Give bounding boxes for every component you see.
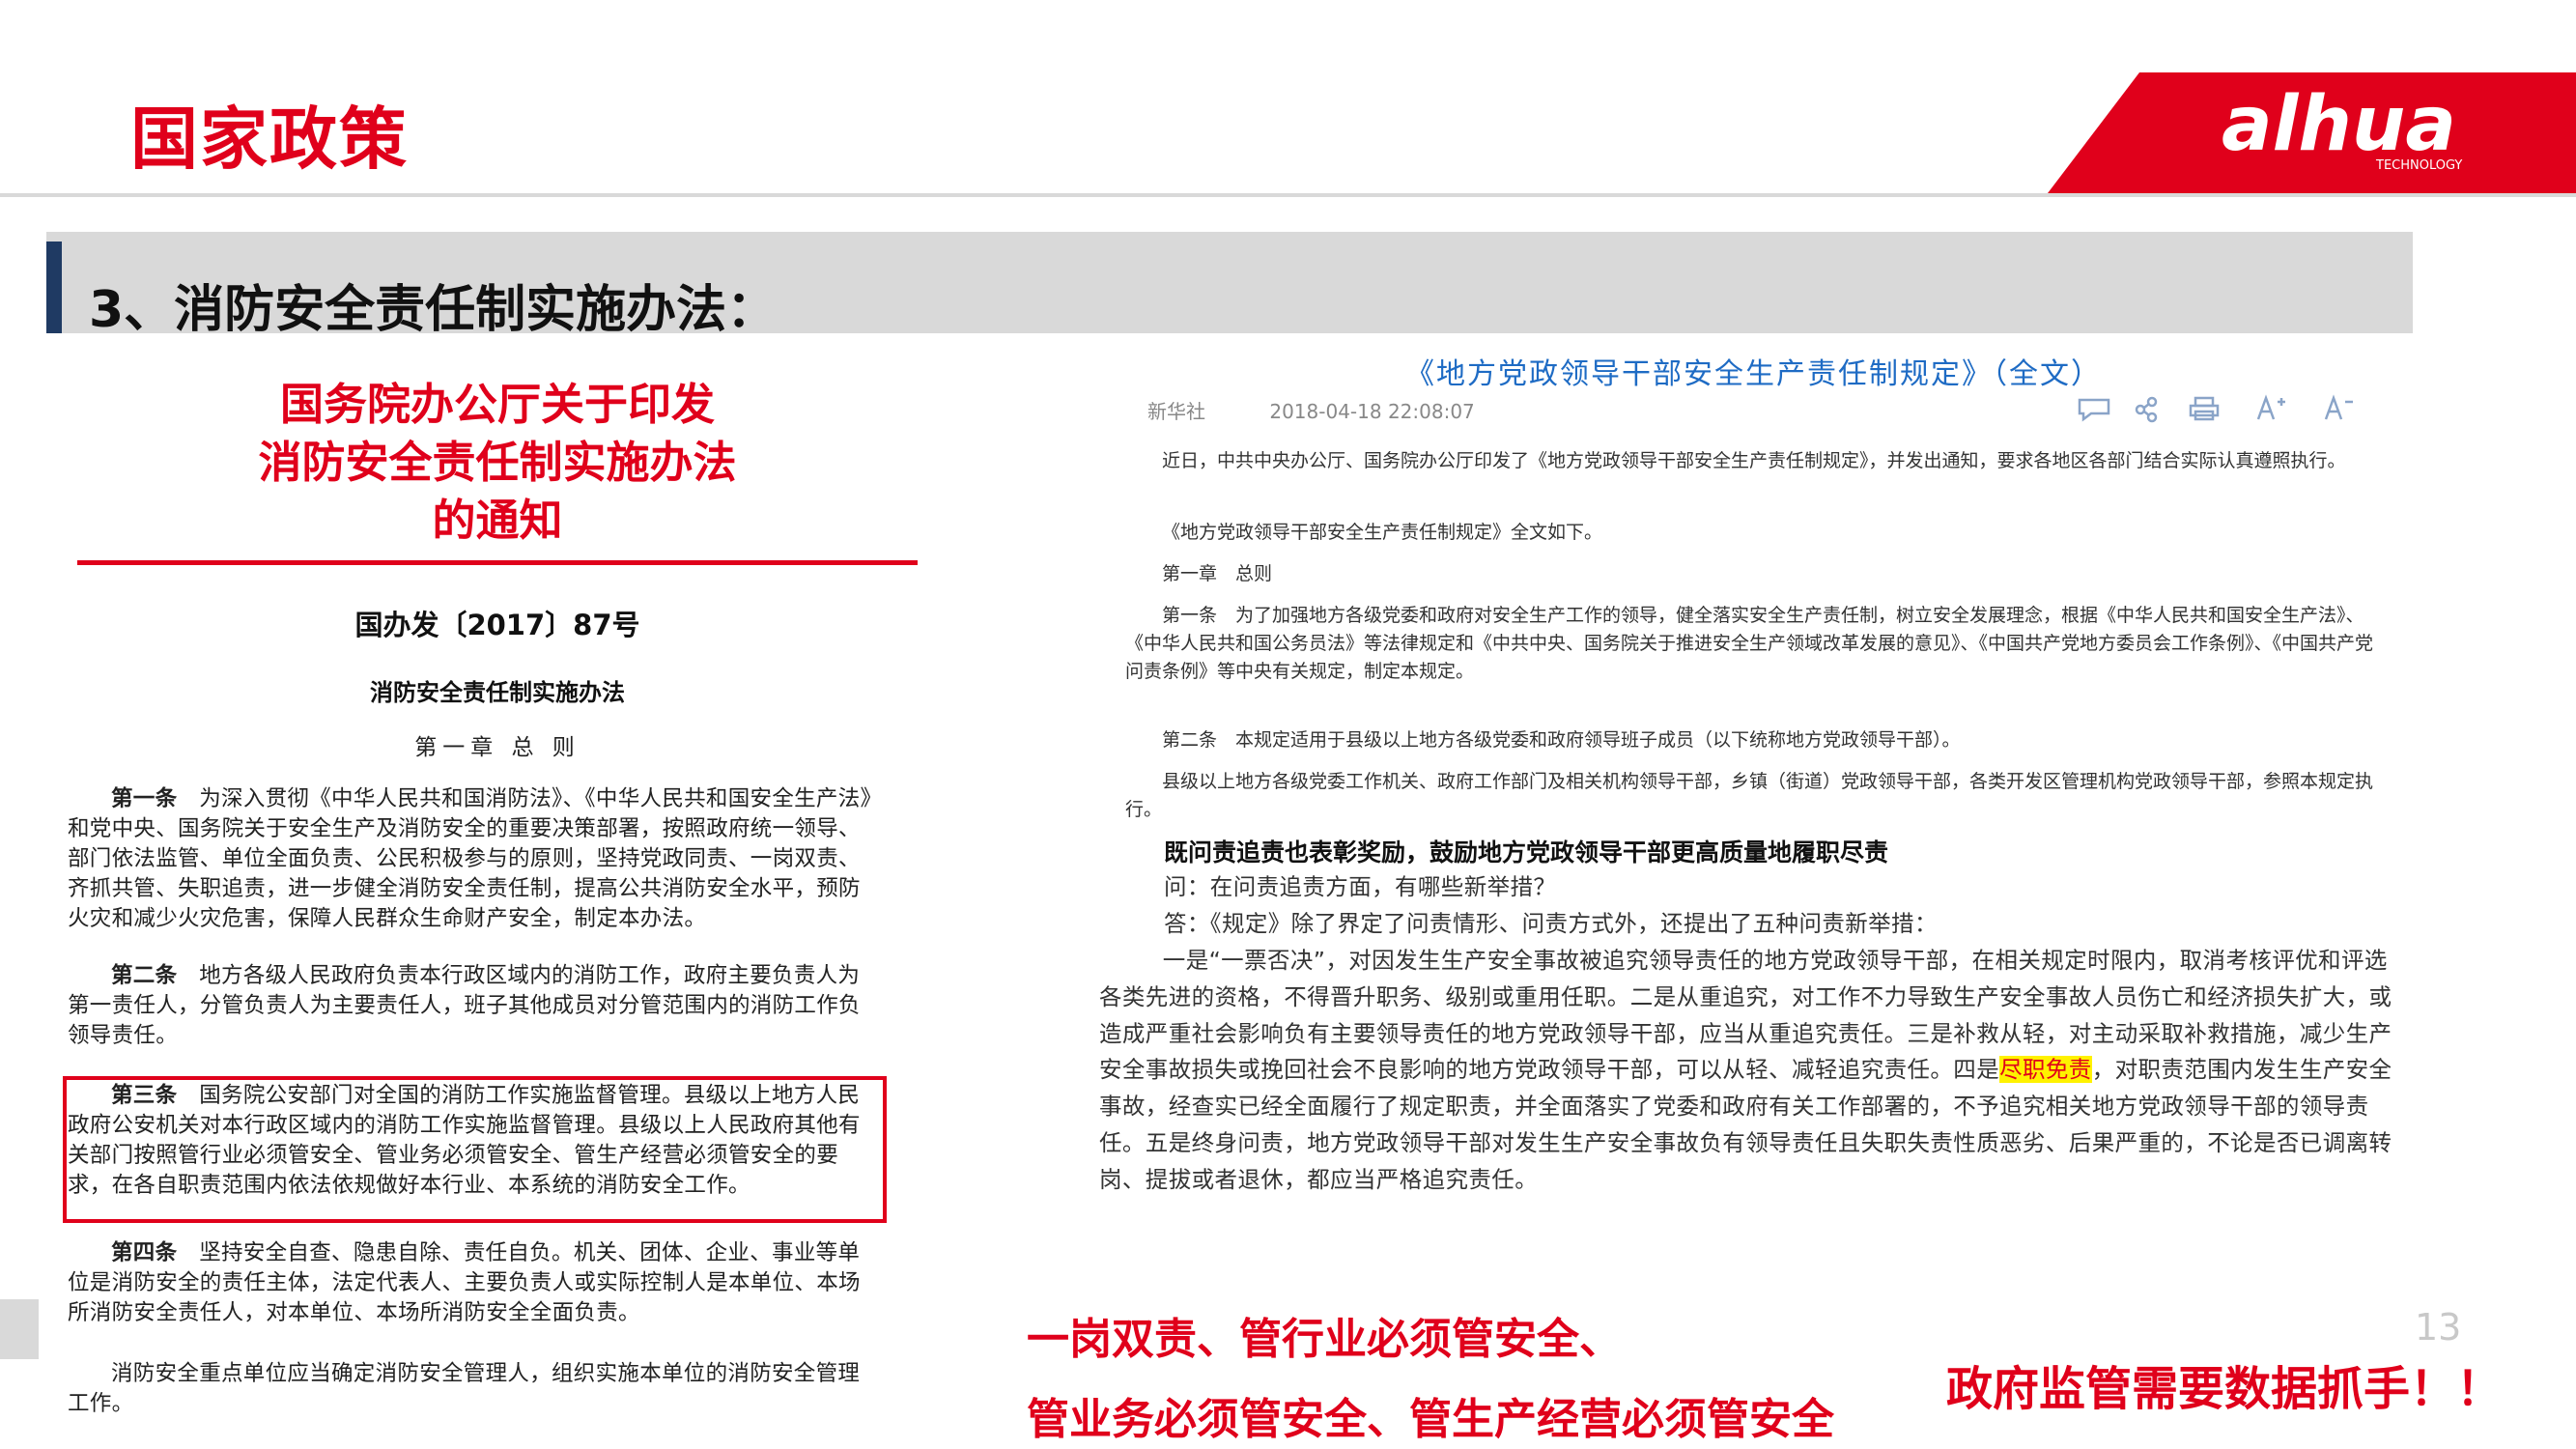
comment-icon	[2078, 398, 2110, 422]
article-text: 坚持安全自查、隐患自除、责任自负。机关、团体、企业、事业等单位是消防安全的责任主…	[68, 1240, 861, 1325]
left-headline-line-2: 消防安全责任制实施办法	[258, 437, 737, 488]
document-number: 国办发〔2017〕87号	[354, 609, 640, 641]
section-accent-bar	[46, 242, 62, 333]
right-article-2: 第二条 本规定适用于县级以上地方各级党委和政府领导班子成员（以下统称地方党政领导…	[1162, 729, 1961, 751]
highlight-box	[63, 1076, 887, 1223]
article-text: 为深入贯彻《中华人民共和国消防法》、《中华人民共和国安全生产法》和党中央、国务院…	[68, 786, 872, 931]
toolbar-icons	[2078, 394, 2353, 423]
right-section-heading: 既问责追责也表彰奖励，鼓励地方党政领导干部更高质量地履职尽责	[1164, 838, 1889, 867]
left-headline-line-3: 的通知	[432, 495, 563, 546]
article-label: 第一条	[111, 786, 178, 811]
logo-subtext: TECHNOLOGY	[2375, 158, 2462, 173]
intro-paragraph-1: 近日，中共中央办公厅、国务院办公厅印发了《地方党政领导干部安全生产责任制规定》，…	[1162, 450, 2346, 471]
caption-right: 政府监管需要数据抓手！！	[1946, 1362, 2504, 1416]
publish-datetime: 2018-04-18 22:08:07	[1269, 400, 1475, 423]
intro-paragraph-2: 《地方党政领导干部安全生产责任制规定》全文如下。	[1162, 522, 1603, 543]
font-decrease-icon	[2324, 394, 2353, 420]
left-red-rule	[77, 560, 918, 565]
article-5: 消防安全重点单位应当确定消防安全管理人，组织实施本单位的消防安全管理工作。	[68, 1359, 879, 1419]
font-increase-icon	[2256, 394, 2285, 420]
left-headline-line-1: 国务院办公厅关于印发	[279, 379, 715, 430]
left-chapter-heading: 第一章 总 则	[414, 735, 580, 760]
qa-answer-lead: 答：《规定》除了界定了问责情形、问责方式外，还提出了五种问责新举措：	[1164, 910, 1938, 937]
source-label: 新华社	[1147, 400, 1205, 423]
article-1: 第一条 为深入贯彻《中华人民共和国消防法》、《中华人民共和国安全生产法》和党中央…	[68, 784, 879, 934]
article-label: 第二条	[111, 963, 178, 988]
qa-question: 问：在问责追责方面，有哪些新举措？	[1164, 873, 1557, 900]
caption-line-2: 管业务必须管安全、管生产经营必须管安全	[1027, 1395, 1834, 1444]
article-4: 第四条 坚持安全自查、隐患自除、责任自负。机关、团体、企业、事业等单位是消防安全…	[68, 1238, 879, 1328]
article-label: 第四条	[111, 1240, 178, 1265]
section-title: 3、消防安全责任制实施办法：	[89, 281, 778, 339]
qa-answer-body: 一是“一票否决”，对因发生生产安全事故被追究领导责任的地方党政领导干部，在相关规…	[1099, 943, 2393, 1199]
print-icon	[2189, 396, 2220, 421]
article-2: 第二条 地方各级人民政府负责本行政区域内的消防工作，政府主要负责人为第一责任人，…	[68, 961, 879, 1051]
right-article-2b: 县级以上地方各级党委工作机关、政府工作部门及相关机构领导干部，乡镇（街道）党政领…	[1125, 771, 2374, 820]
article-toolbar	[2075, 394, 2384, 423]
left-document: 国务院办公厅关于印发 消防安全责任制实施办法 的通知 国办发〔2017〕87号 …	[63, 340, 932, 1449]
header-divider	[0, 193, 2576, 197]
side-tab	[0, 1299, 39, 1359]
right-document: 《地方党政领导干部安全生产责任制规定》（全文） 新华社 2018-04-18 2…	[1094, 348, 2413, 1275]
brand-logo: alhua TECHNOLOGY	[2048, 72, 2576, 193]
page-number: 13	[2415, 1306, 2462, 1349]
share-icon	[2135, 396, 2158, 423]
page-title: 国家政策	[130, 99, 409, 179]
right-doc-title: 《地方党政领导干部安全生产责任制规定》（全文）	[1405, 357, 2102, 391]
right-doc-meta: 新华社 2018-04-18 22:08:07	[1147, 396, 1533, 424]
highlighted-term: 尽职免责	[1999, 1056, 2092, 1084]
right-chapter-heading: 第一章 总则	[1162, 563, 1273, 584]
caption-line-1: 一岗双责、管行业必须管安全、	[1027, 1315, 1622, 1364]
article-text: 地方各级人民政府负责本行政区域内的消防工作，政府主要负责人为第一责任人，分管负责…	[68, 963, 861, 1048]
article-text: 消防安全重点单位应当确定消防安全管理人，组织实施本单位的消防安全管理工作。	[68, 1361, 861, 1416]
logo-banner-icon: alhua TECHNOLOGY	[2048, 72, 2576, 193]
logo-text: alhua	[2222, 81, 2456, 168]
right-article-1: 第一条 为了加强地方各级党委和政府对安全生产工作的领导，健全落实安全生产责任制，…	[1125, 605, 2374, 682]
left-doc-subtitle: 消防安全责任制实施办法	[370, 678, 625, 706]
